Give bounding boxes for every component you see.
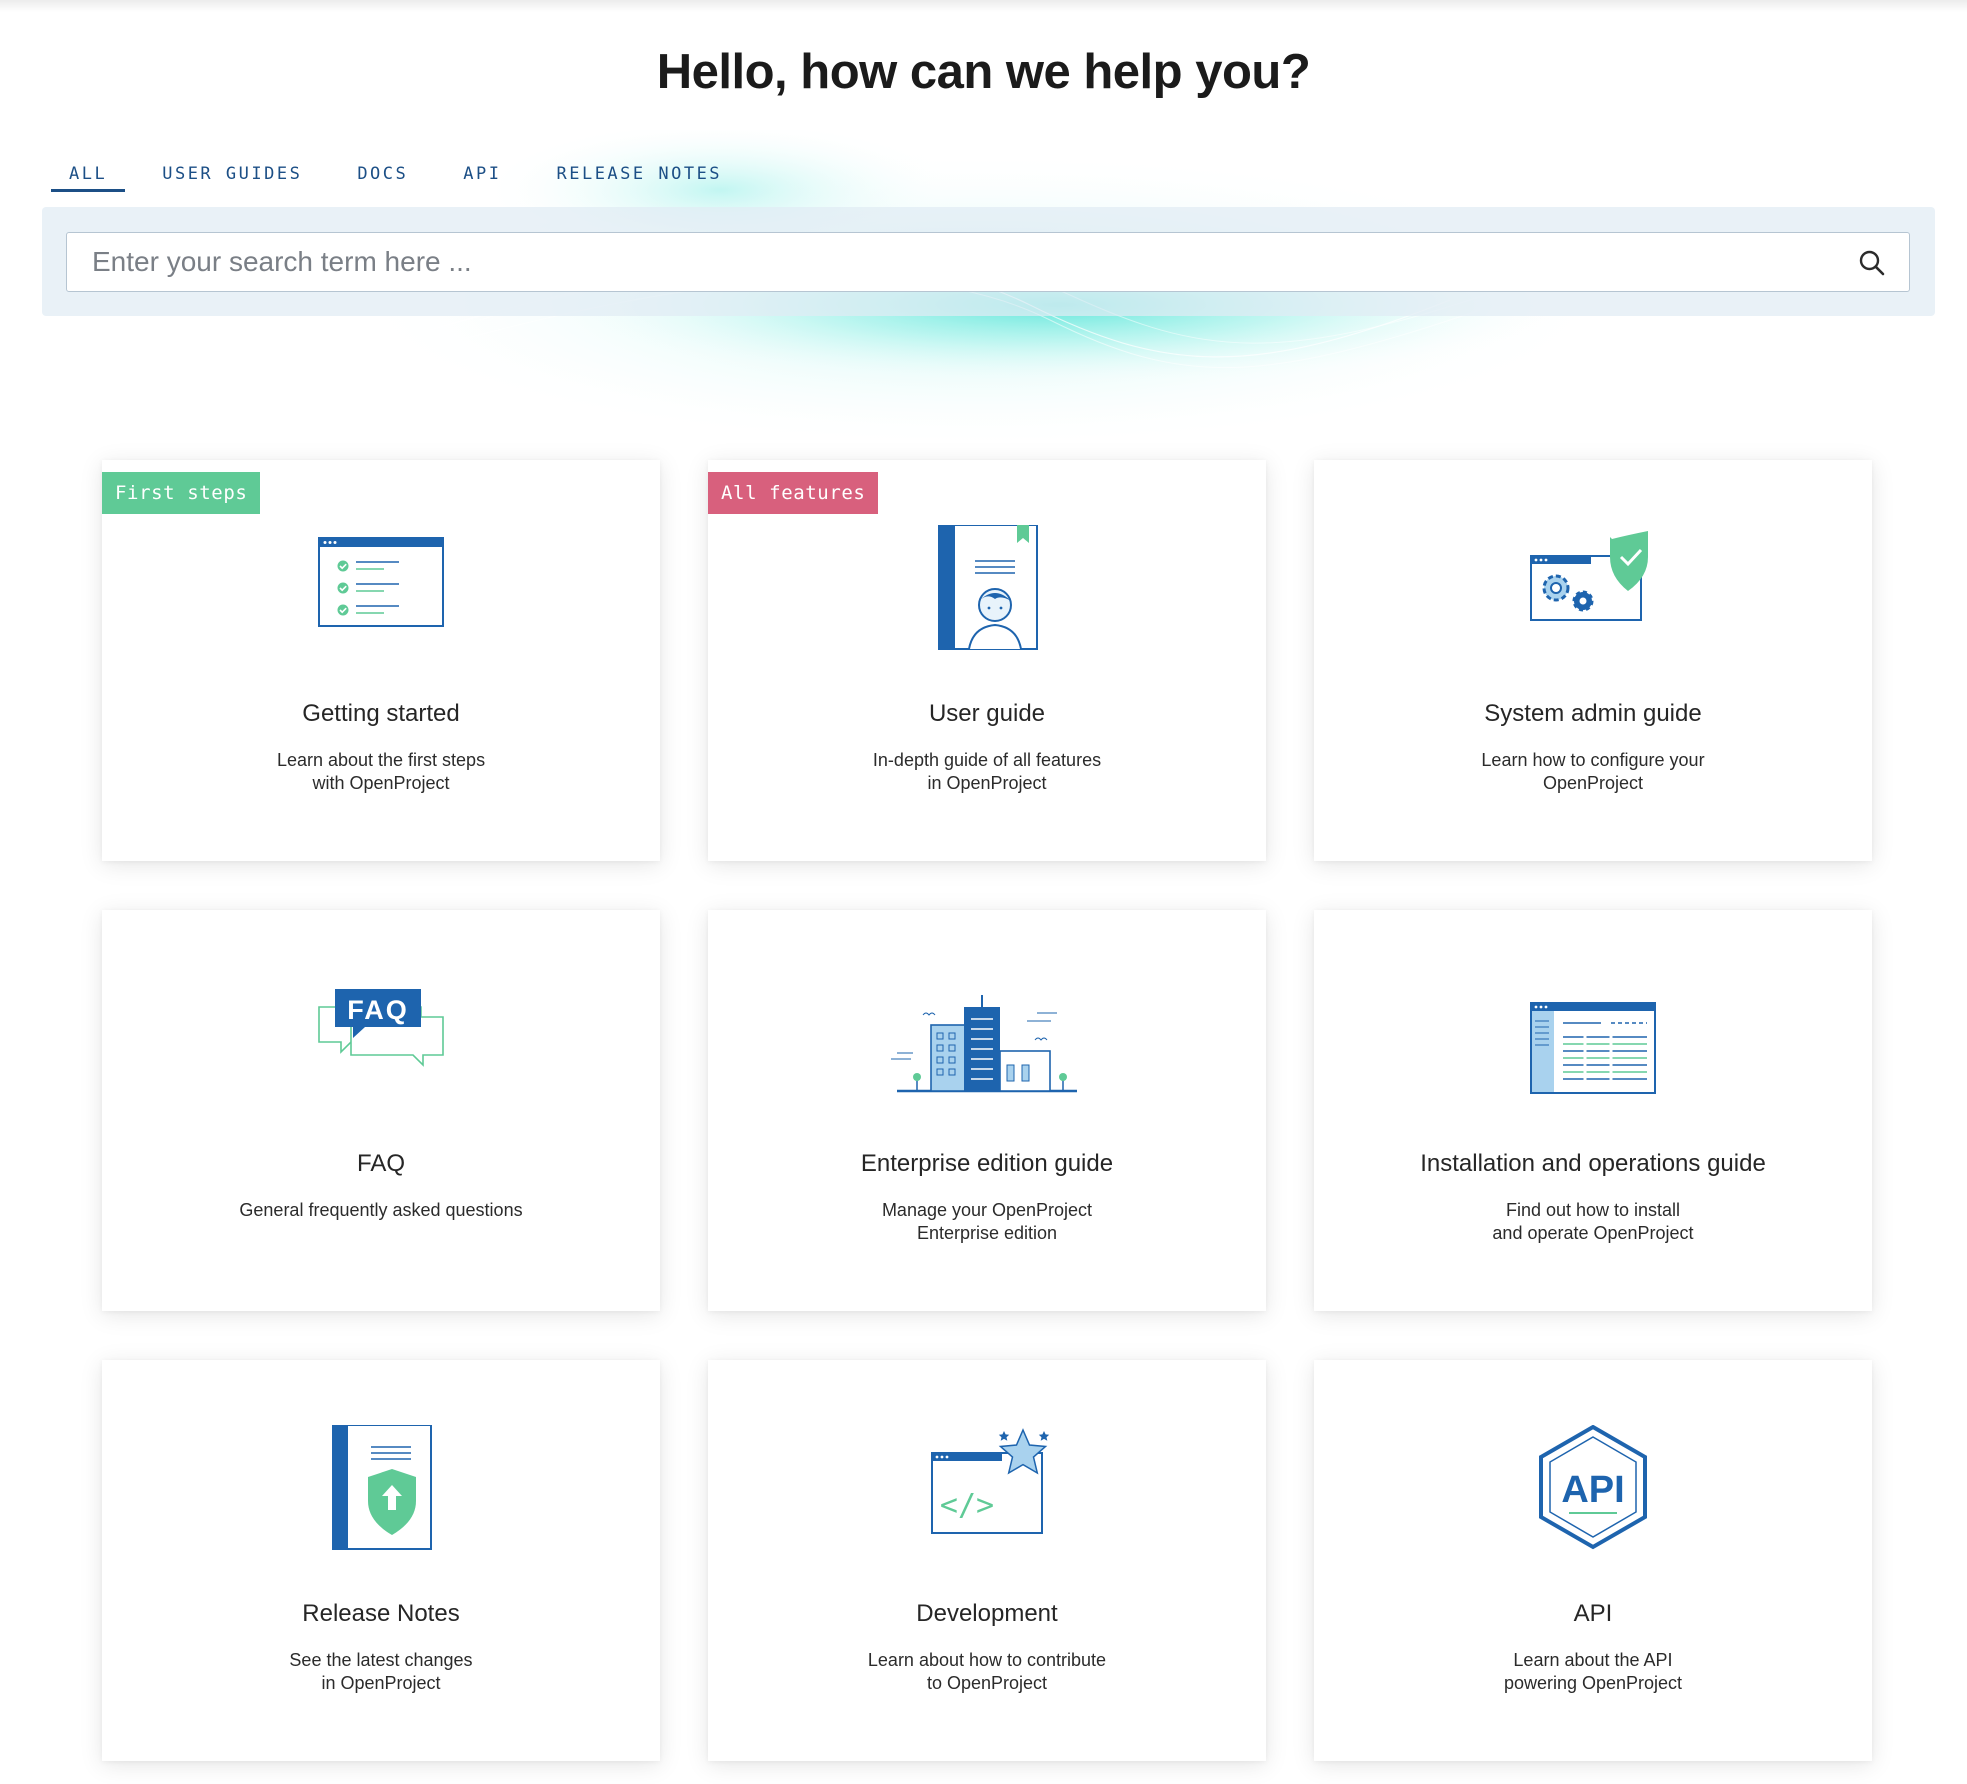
card-title: API — [1573, 1600, 1613, 1627]
tab-api[interactable]: API — [445, 160, 519, 192]
card-system-admin-guide[interactable]: System admin guide Learn how to configur… — [1314, 460, 1872, 861]
card-description: Learn about the first steps with OpenPro… — [276, 750, 486, 793]
card-title: Installation and operations guide — [1420, 1150, 1766, 1177]
tab-docs[interactable]: DOCS — [339, 160, 426, 192]
tab-user-guides[interactable]: USER GUIDES — [144, 160, 320, 192]
api-hexagon-icon: API — [1539, 1425, 1647, 1550]
card-user-guide[interactable]: All features User guide In-depth guide o… — [708, 460, 1266, 861]
svg-text:FAQ: FAQ — [347, 995, 409, 1025]
page-title: Hello, how can we help you? — [656, 45, 1311, 99]
card-getting-started[interactable]: First steps Getting started Learn about … — [102, 460, 660, 861]
code-window-star-icon: </> — [931, 1428, 1050, 1534]
installation-window-icon — [1530, 1002, 1656, 1094]
svg-text:API: API — [1561, 1469, 1624, 1511]
svg-text:</>: </> — [940, 1488, 994, 1523]
card-description: See the latest changes in OpenProject — [289, 1650, 473, 1693]
user-guide-book-icon — [938, 525, 1038, 650]
card-description: Find out how to install and operate Open… — [1492, 1200, 1694, 1243]
card-description: Learn about how to contribute to OpenPro… — [867, 1650, 1107, 1693]
search-icon[interactable] — [1857, 248, 1887, 278]
card-title: Release Notes — [302, 1600, 460, 1627]
card-development[interactable]: </> Development Learn about how to contr… — [708, 1360, 1266, 1761]
card-api[interactable]: API API Learn about the API powering Ope… — [1314, 1360, 1872, 1761]
tab-release-notes[interactable]: RELEASE NOTES — [538, 160, 740, 192]
card-description: In-depth guide of all features in OpenPr… — [872, 750, 1102, 793]
card-title: User guide — [928, 700, 1046, 727]
top-shadow — [0, 0, 1967, 12]
card-title: FAQ — [356, 1150, 405, 1177]
search-input[interactable] — [66, 232, 1910, 292]
card-description: Learn about the API powering OpenProject — [1503, 1650, 1683, 1693]
card-description: Learn how to configure your OpenProject — [1481, 750, 1705, 793]
faq-chat-bubbles-icon: FAQ — [318, 989, 444, 1067]
checklist-window-icon — [318, 537, 444, 627]
card-description: General frequently asked questions — [239, 1200, 523, 1220]
card-installation-operations-guide[interactable]: Installation and operations guide Find o… — [1314, 910, 1872, 1311]
card-title: Enterprise edition guide — [860, 1150, 1114, 1177]
card-description: Manage your OpenProject Enterprise editi… — [881, 1200, 1093, 1243]
badge-all-features: All features — [708, 472, 879, 514]
category-tabs: ALL USER GUIDES DOCS API RELEASE NOTES — [51, 160, 759, 192]
card-enterprise-edition-guide[interactable]: Enterprise edition guide Manage your Ope… — [708, 910, 1266, 1311]
tab-all[interactable]: ALL — [51, 160, 126, 192]
card-title: Getting started — [302, 700, 460, 727]
admin-settings-shield-icon — [1530, 531, 1648, 621]
enterprise-building-icon — [891, 995, 1077, 1093]
release-notes-book-icon — [332, 1425, 432, 1550]
card-faq[interactable]: FAQ FAQ General frequently asked questio… — [102, 910, 660, 1311]
card-title: System admin guide — [1484, 700, 1702, 727]
card-title: Development — [916, 1600, 1058, 1627]
badge-first-steps: First steps — [102, 472, 261, 514]
card-release-notes[interactable]: Release Notes See the latest changes in … — [102, 1360, 660, 1761]
